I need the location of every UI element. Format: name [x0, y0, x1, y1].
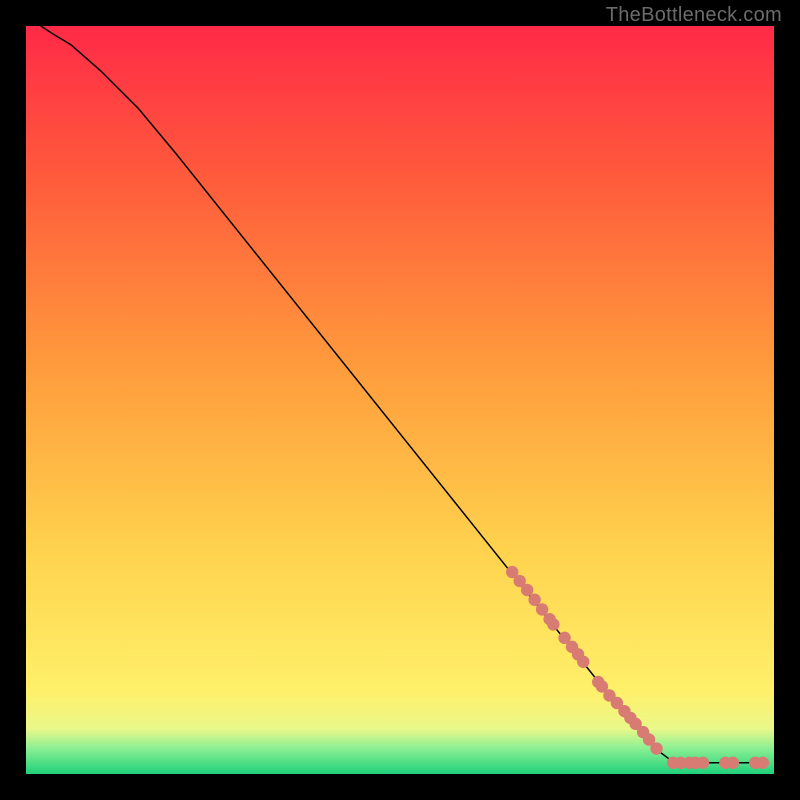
watermark-label: TheBottleneck.com: [606, 4, 782, 27]
data-point: [528, 594, 540, 606]
chart-svg: [26, 26, 774, 774]
data-point: [757, 757, 769, 769]
gradient-background: [26, 26, 774, 774]
data-point: [727, 757, 739, 769]
data-point: [577, 656, 589, 668]
data-point: [547, 618, 559, 630]
data-point: [536, 603, 548, 615]
data-point: [650, 742, 662, 754]
data-point: [697, 757, 709, 769]
plot-area: [26, 26, 774, 774]
data-point: [521, 584, 533, 596]
chart-frame: TheBottleneck.com: [0, 0, 800, 800]
